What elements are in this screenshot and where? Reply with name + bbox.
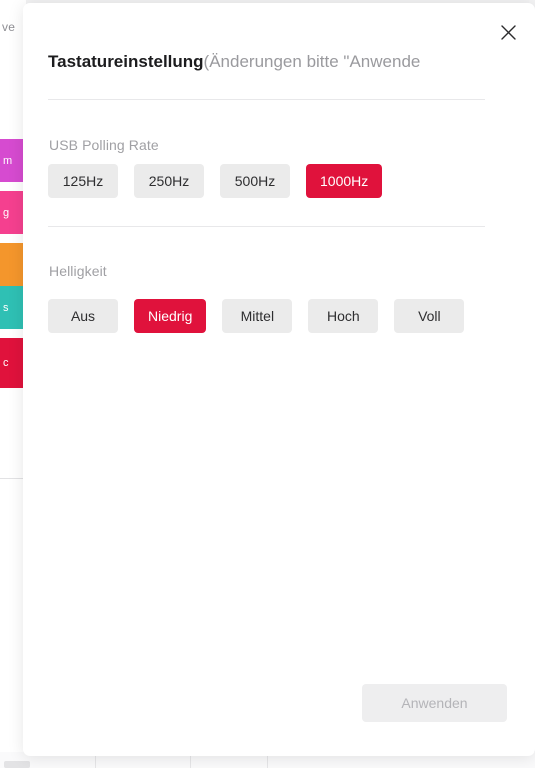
background-bottom-chip bbox=[4, 761, 30, 768]
page-title-note: (Änderungen bitte "Anwende bbox=[203, 52, 421, 71]
page-title-main: Tastatureinstellung bbox=[48, 52, 204, 71]
background-left-text-fragment: ve bbox=[2, 20, 16, 34]
section-label-polling-rate: USB Polling Rate bbox=[49, 137, 159, 153]
brightness-option-group: Aus Niedrig Mittel Hoch Voll bbox=[48, 299, 465, 333]
polling-rate-option-500hz[interactable]: 500Hz bbox=[220, 164, 290, 198]
page-title: Tastatureinstellung(Änderungen bitte "An… bbox=[48, 47, 503, 77]
polling-rate-option-250hz[interactable]: 250Hz bbox=[134, 164, 204, 198]
brightness-option-niedrig[interactable]: Niedrig bbox=[134, 299, 207, 333]
divider-middle bbox=[48, 226, 485, 227]
section-label-brightness: Helligkeit bbox=[49, 263, 107, 279]
keyboard-settings-dialog: Tastatureinstellung(Änderungen bitte "An… bbox=[23, 3, 535, 756]
background-bottom-divider bbox=[190, 754, 191, 768]
apply-button[interactable]: Anwenden bbox=[362, 684, 507, 722]
background-color-item-3-label: s bbox=[3, 301, 9, 314]
background-bottom-divider bbox=[95, 754, 96, 768]
background-bottom-divider bbox=[267, 754, 268, 768]
background-color-item-0-label: m bbox=[3, 154, 13, 167]
polling-rate-option-125hz[interactable]: 125Hz bbox=[48, 164, 118, 198]
polling-rate-option-1000hz[interactable]: 1000Hz bbox=[306, 164, 383, 198]
background-color-item-1-label: g bbox=[3, 206, 10, 219]
brightness-option-voll[interactable]: Voll bbox=[394, 299, 465, 333]
brightness-option-aus[interactable]: Aus bbox=[48, 299, 118, 333]
brightness-option-mittel[interactable]: Mittel bbox=[222, 299, 293, 333]
divider-top bbox=[48, 99, 485, 100]
polling-rate-option-group: 125Hz 250Hz 500Hz 1000Hz bbox=[48, 164, 383, 198]
close-icon[interactable] bbox=[493, 17, 523, 47]
brightness-option-hoch[interactable]: Hoch bbox=[308, 299, 379, 333]
background-color-item-4-label: c bbox=[3, 357, 9, 369]
